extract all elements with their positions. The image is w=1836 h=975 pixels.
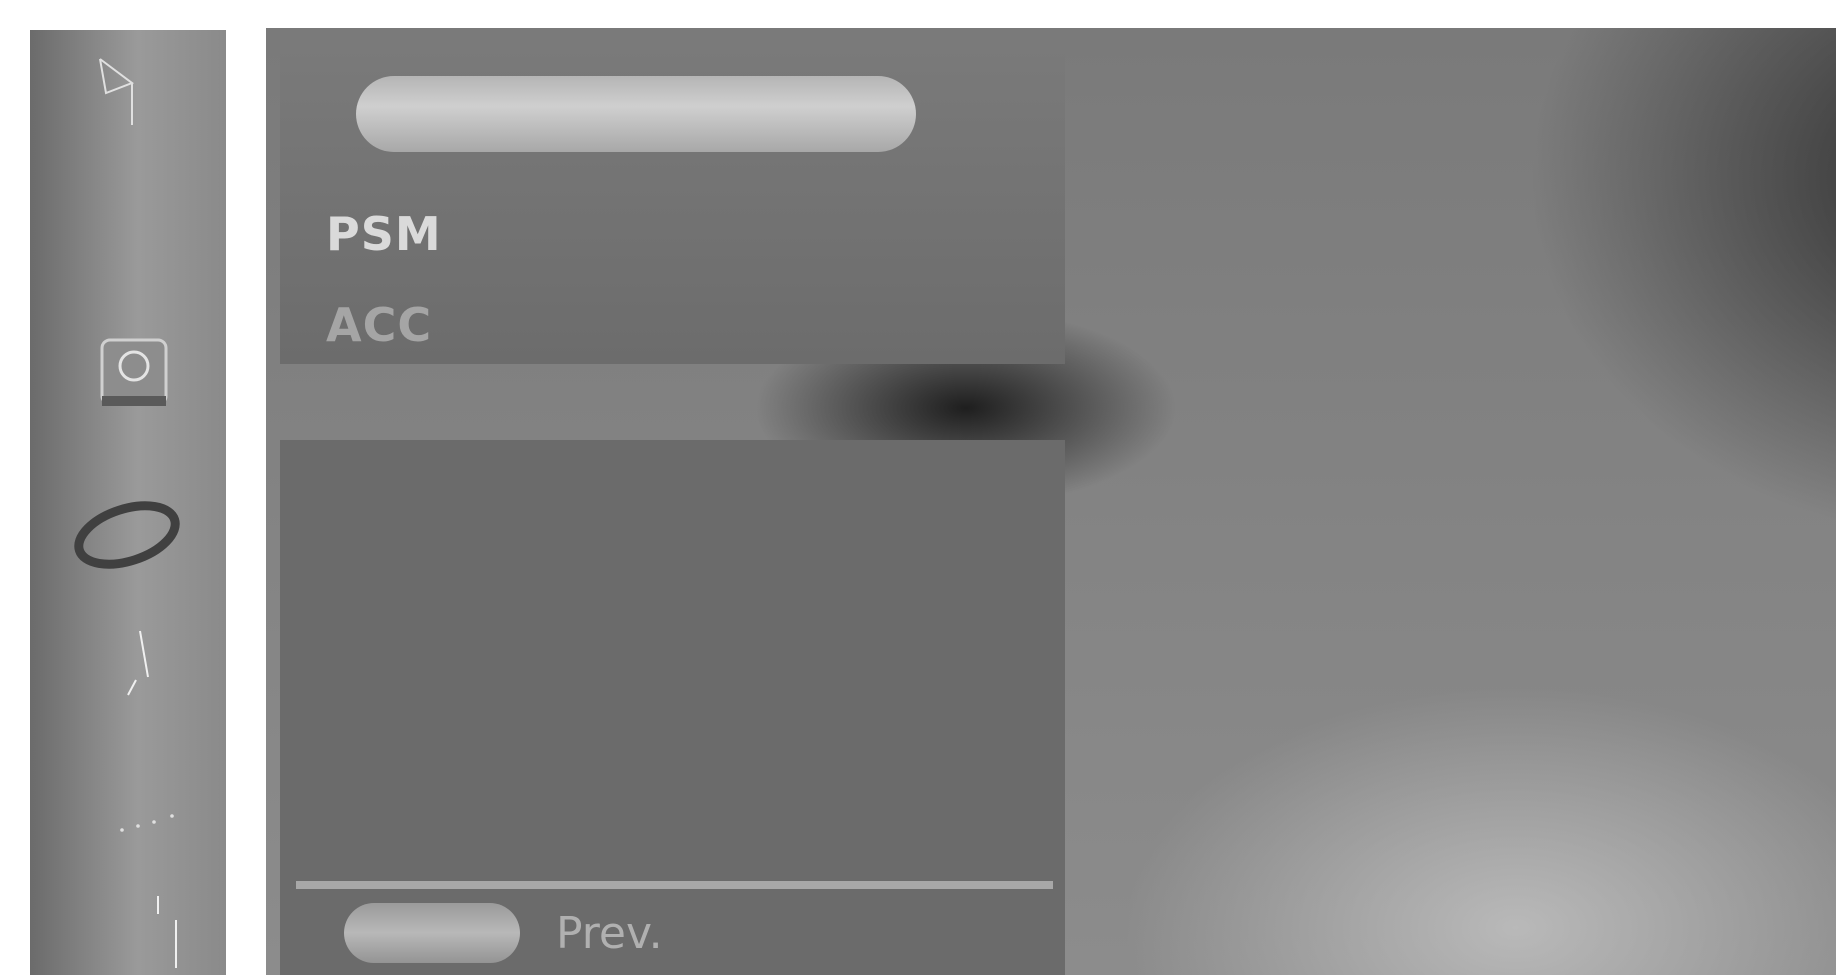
prev-label: Prev. [556,908,663,959]
menu-item-psm[interactable]: PSM [326,207,442,261]
menu-lower-panel [280,440,1065,975]
pip-icon[interactable] [150,890,190,970]
picture-icon[interactable] [92,55,162,130]
menu-panel: PSM ACC [280,42,1065,364]
menu-title-pill [356,76,916,152]
option-icon[interactable] [110,625,170,705]
footer-divider [296,881,1053,889]
sound-icon[interactable] [88,326,178,416]
tv-screen: PSM ACC Prev. [266,28,1836,975]
menu-item-acc[interactable]: ACC [326,298,432,352]
screen-icon[interactable] [110,800,190,840]
prev-button[interactable] [344,903,520,963]
side-menu-rail [30,30,226,975]
time-icon[interactable] [72,490,182,580]
